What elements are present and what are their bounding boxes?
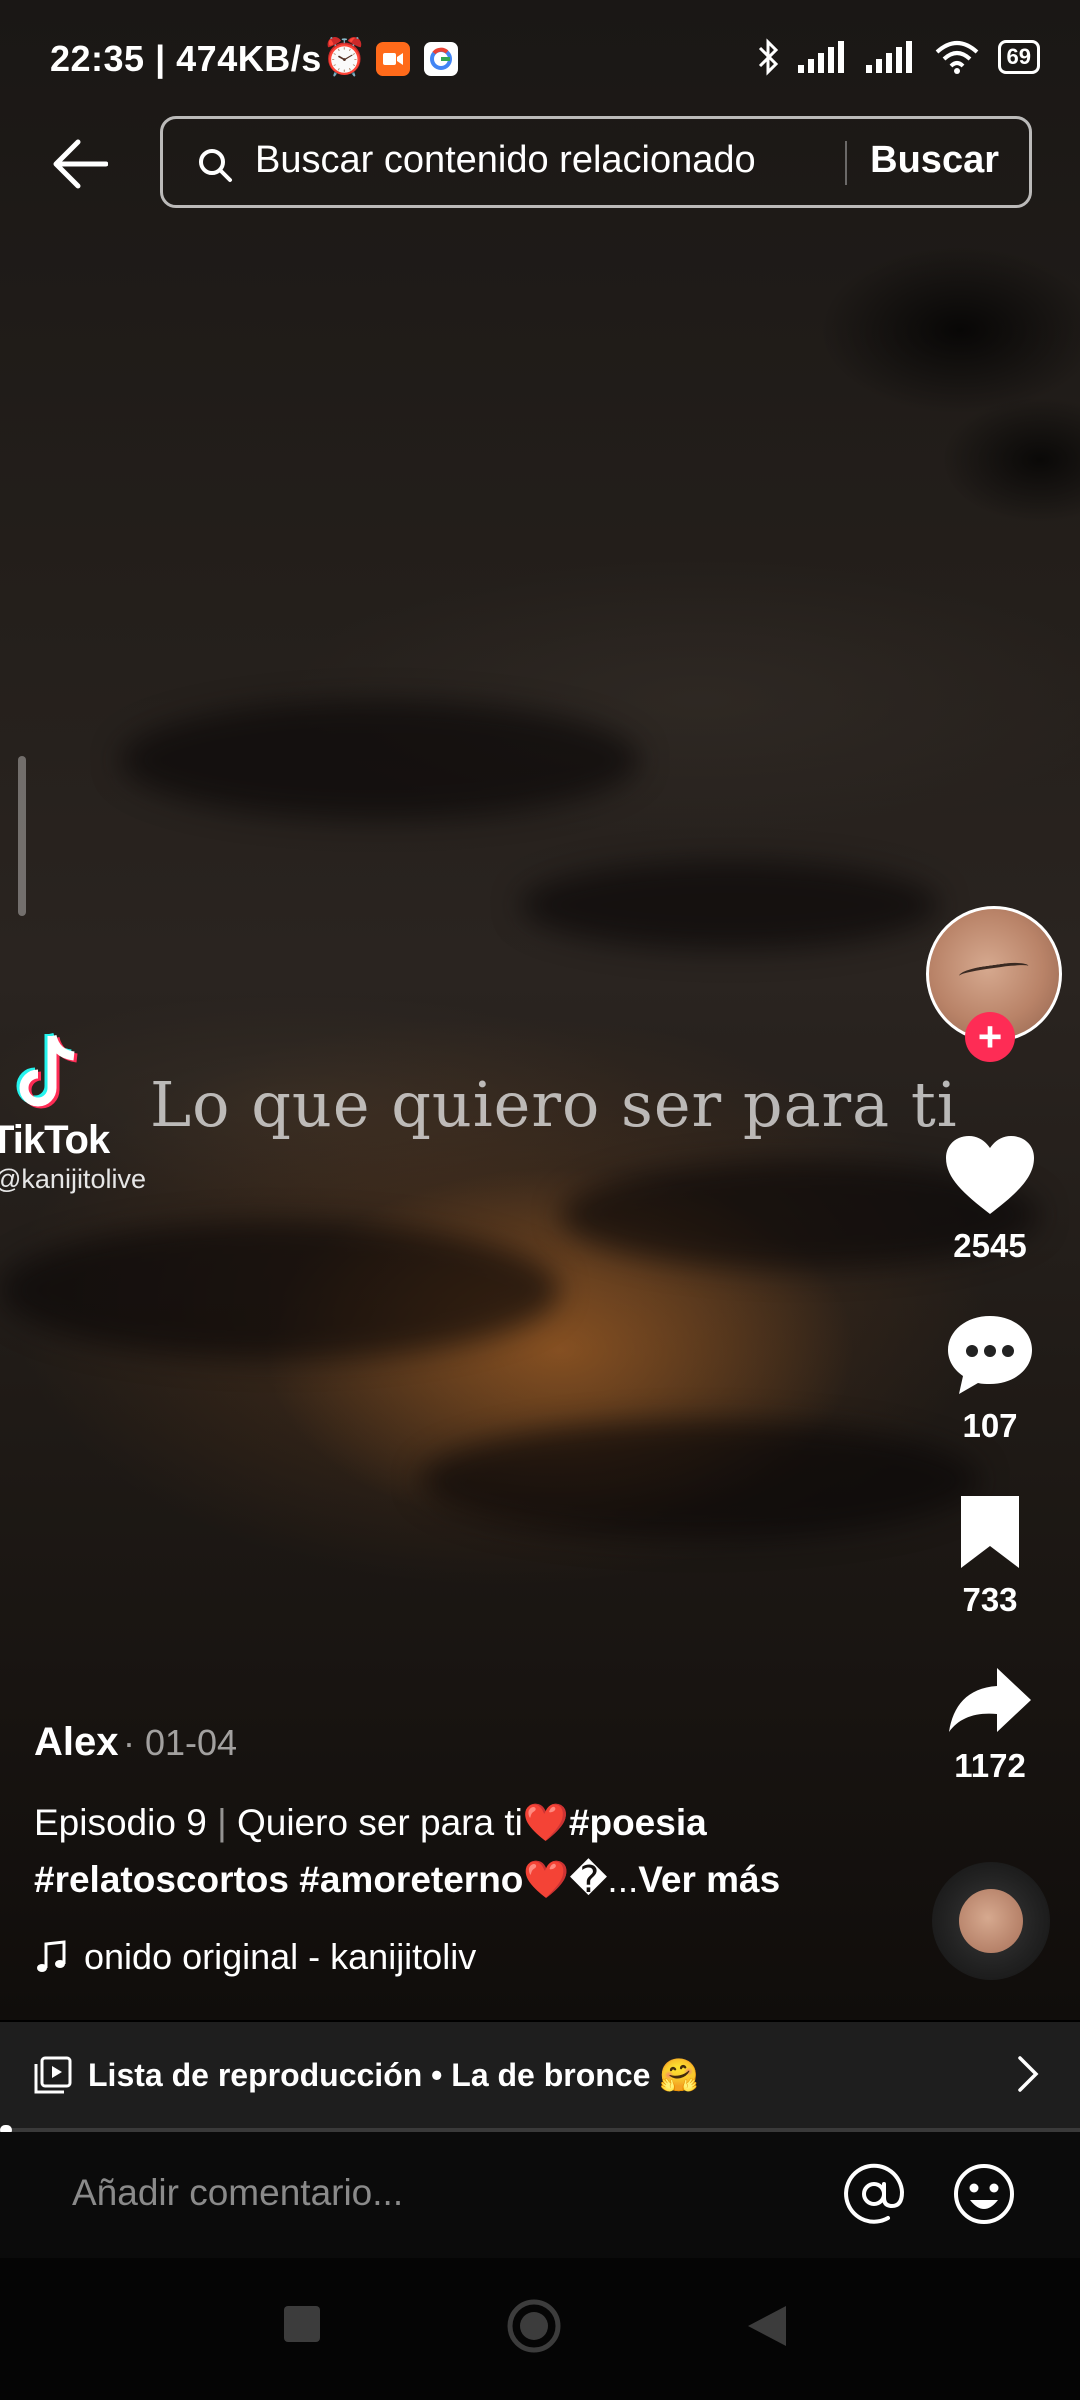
mention-icon[interactable] bbox=[842, 2162, 906, 2226]
see-more-link[interactable]: Ver más bbox=[638, 1859, 780, 1900]
music-disc[interactable] bbox=[932, 1862, 1050, 1980]
square-icon bbox=[284, 2306, 320, 2342]
cloud-shape bbox=[420, 1420, 980, 1540]
like-count: 2545 bbox=[953, 1227, 1027, 1264]
comment-button[interactable]: 107 bbox=[935, 1312, 1045, 1445]
post-meta: Alex · 01-04 bbox=[34, 1720, 874, 1765]
signal-icon bbox=[797, 41, 844, 73]
description-separator: | bbox=[217, 1802, 227, 1843]
video-call-icon bbox=[376, 42, 410, 76]
search-box[interactable]: Buscar contenido relacionado Buscar bbox=[160, 116, 1032, 208]
cloud-shape bbox=[120, 700, 640, 820]
arrow-left-icon bbox=[53, 139, 109, 189]
playlist-icon bbox=[34, 2056, 72, 2094]
comment-input[interactable]: Añadir comentario... bbox=[72, 2172, 403, 2214]
music-note-icon bbox=[37, 1940, 66, 1972]
comment-bar: Añadir comentario... bbox=[0, 2132, 1080, 2258]
share-arrow-icon bbox=[949, 1668, 1031, 1732]
recent-apps-button[interactable] bbox=[282, 2304, 322, 2349]
tiktok-logo-icon bbox=[16, 1032, 78, 1109]
comment-count: 107 bbox=[962, 1407, 1018, 1444]
chevron-right-icon bbox=[1018, 2056, 1039, 2092]
home-button[interactable] bbox=[506, 2298, 562, 2359]
tree-silhouette bbox=[660, 220, 1080, 540]
search-divider bbox=[845, 141, 847, 185]
episode-label: Episodio 9 bbox=[34, 1802, 207, 1843]
battery-level: 69 bbox=[997, 40, 1040, 74]
username[interactable]: Alex bbox=[34, 1720, 119, 1764]
hashtag-relatoscortos[interactable]: #relatoscortos bbox=[34, 1859, 289, 1900]
follow-button[interactable]: + bbox=[965, 1012, 1015, 1062]
back-button[interactable] bbox=[52, 138, 112, 194]
emoji-icon[interactable] bbox=[952, 2162, 1016, 2226]
search-icon bbox=[199, 149, 232, 182]
comment-bubble-icon bbox=[948, 1316, 1032, 1394]
search-input[interactable]: Buscar contenido relacionado bbox=[255, 139, 756, 182]
scroll-indicator bbox=[18, 756, 26, 916]
search-button[interactable]: Buscar bbox=[870, 139, 999, 182]
hashtag-poesia[interactable]: #poesia bbox=[569, 1802, 707, 1843]
cloud-shape bbox=[520, 860, 940, 950]
wifi-icon bbox=[935, 41, 978, 74]
music-info[interactable]: onido original - kanijitoliv bbox=[36, 1936, 476, 1978]
save-count: 733 bbox=[962, 1581, 1018, 1618]
cloud-shape bbox=[0, 1220, 560, 1360]
share-button[interactable]: 1172 bbox=[935, 1666, 1045, 1785]
tiktok-brand: TikTok bbox=[0, 1118, 110, 1162]
status-icons: 69 bbox=[756, 38, 1040, 76]
music-label: onido original - kanijitoliv bbox=[84, 1936, 477, 1977]
playlist-bar[interactable]: Lista de reproducción • La de bronce 🤗 bbox=[0, 2022, 1080, 2128]
save-button[interactable]: 733 bbox=[935, 1494, 1045, 1619]
alarm-icon: ⏰ bbox=[322, 36, 367, 77]
post-date: · 01-04 bbox=[122, 1722, 238, 1763]
signal-icon bbox=[865, 41, 912, 73]
like-button[interactable]: 2545 bbox=[935, 1134, 1045, 1265]
status-bar: 22:35 | 474KB/s ⏰ 69 bbox=[0, 0, 1080, 120]
playlist-label: Lista de reproducción • La de bronce 🤗 bbox=[88, 2057, 700, 2093]
triangle-back-icon bbox=[748, 2306, 786, 2346]
system-navigation-bar bbox=[0, 2258, 1080, 2400]
bluetooth-icon bbox=[758, 38, 778, 76]
video-caption: Lo que quiero ser para ti bbox=[150, 1068, 958, 1141]
back-nav-button[interactable] bbox=[746, 2304, 788, 2353]
top-bar: Buscar contenido relacionado Buscar bbox=[0, 110, 1080, 222]
bookmark-icon bbox=[961, 1496, 1019, 1568]
watermark-handle: @kanijitolive bbox=[0, 1164, 146, 1194]
circle-icon bbox=[507, 2299, 561, 2353]
video-background[interactable] bbox=[0, 0, 1080, 2020]
share-count: 1172 bbox=[954, 1747, 1026, 1784]
google-icon bbox=[424, 42, 458, 76]
heart-icon bbox=[946, 1136, 1034, 1214]
hashtag-amoreterno[interactable]: #amoreterno❤️ bbox=[299, 1859, 569, 1900]
post-title: Quiero ser para ti❤️ bbox=[236, 1802, 569, 1843]
status-time: 22:35 | 474KB/s bbox=[50, 38, 322, 79]
description-ellipsis: �... bbox=[569, 1859, 639, 1900]
post-description[interactable]: Episodio 9 | Quiero ser para ti❤️#poesia… bbox=[34, 1794, 874, 1908]
